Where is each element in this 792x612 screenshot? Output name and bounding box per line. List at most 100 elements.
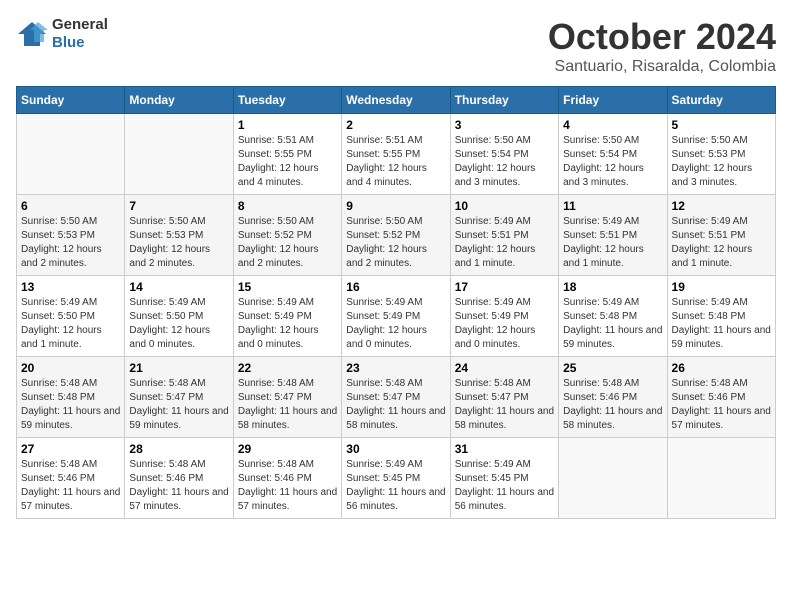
calendar-cell: 23 Sunrise: 5:48 AM Sunset: 5:47 PM Dayli… — [342, 357, 450, 438]
day-info: Sunrise: 5:49 AM Sunset: 5:51 PM Dayligh… — [563, 215, 662, 271]
calendar-cell: 17Sunrise: 5:49 AM Sunset: 5:49 PM Dayli… — [450, 276, 558, 357]
calendar-cell: 12Sunrise: 5:49 AM Sunset: 5:51 PM Dayli… — [667, 195, 775, 276]
day-info: Sunrise: 5:49 AM Sunset: 5:50 PM Dayligh… — [129, 296, 228, 352]
day-number: 30 — [346, 442, 445, 456]
day-info: Sunrise: 5:48 AM Sunset: 5:47 PM Dayligh… — [129, 377, 228, 433]
calendar-cell: 19Sunrise: 5:49 AM Sunset: 5:48 PM Dayli… — [667, 276, 775, 357]
week-row-4: 20 Sunrise: 5:48 AM Sunset: 5:48 PM Dayli… — [17, 357, 776, 438]
weekday-header-tuesday: Tuesday — [233, 87, 341, 114]
calendar-cell: 13 Sunrise: 5:49 AM Sunset: 5:50 PM Dayli… — [17, 276, 125, 357]
day-info: Sunrise: 5:48 AM Sunset: 5:46 PM Dayligh… — [563, 377, 662, 433]
calendar-cell: 21Sunrise: 5:48 AM Sunset: 5:47 PM Dayli… — [125, 357, 233, 438]
weekday-header-thursday: Thursday — [450, 87, 558, 114]
calendar-cell: 5 Sunrise: 5:50 AM Sunset: 5:53 PM Daylig… — [667, 114, 775, 195]
day-info: Sunrise: 5:51 AM Sunset: 5:55 PM Dayligh… — [346, 134, 445, 190]
calendar-cell: 9 Sunrise: 5:50 AM Sunset: 5:52 PM Daylig… — [342, 195, 450, 276]
calendar-cell: 15Sunrise: 5:49 AM Sunset: 5:49 PM Dayli… — [233, 276, 341, 357]
day-number: 20 — [21, 361, 120, 375]
week-row-3: 13 Sunrise: 5:49 AM Sunset: 5:50 PM Dayli… — [17, 276, 776, 357]
day-info: Sunrise: 5:48 AM Sunset: 5:46 PM Dayligh… — [21, 458, 120, 514]
day-number: 9 — [346, 199, 445, 213]
day-number: 4 — [563, 118, 662, 132]
calendar-cell: 16 Sunrise: 5:49 AM Sunset: 5:49 PM Dayli… — [342, 276, 450, 357]
day-info: Sunrise: 5:49 AM Sunset: 5:45 PM Dayligh… — [346, 458, 445, 514]
calendar-cell — [667, 438, 775, 519]
calendar-cell: 14 Sunrise: 5:49 AM Sunset: 5:50 PM Dayli… — [125, 276, 233, 357]
day-number: 10 — [455, 199, 554, 213]
day-info: Sunrise: 5:48 AM Sunset: 5:46 PM Dayligh… — [672, 377, 771, 433]
calendar-cell: 20 Sunrise: 5:48 AM Sunset: 5:48 PM Dayli… — [17, 357, 125, 438]
day-number: 6 — [21, 199, 120, 213]
day-info: Sunrise: 5:49 AM Sunset: 5:45 PM Dayligh… — [455, 458, 554, 514]
day-info: Sunrise: 5:50 AM Sunset: 5:52 PM Dayligh… — [238, 215, 337, 271]
calendar-cell: 2 Sunrise: 5:51 AM Sunset: 5:55 PM Daylig… — [342, 114, 450, 195]
day-number: 5 — [672, 118, 771, 132]
week-row-5: 27Sunrise: 5:48 AM Sunset: 5:46 PM Dayli… — [17, 438, 776, 519]
calendar-cell: 7Sunrise: 5:50 AM Sunset: 5:53 PM Daylig… — [125, 195, 233, 276]
day-info: Sunrise: 5:51 AM Sunset: 5:55 PM Dayligh… — [238, 134, 337, 190]
day-number: 11 — [563, 199, 662, 213]
day-info: Sunrise: 5:48 AM Sunset: 5:46 PM Dayligh… — [129, 458, 228, 514]
day-info: Sunrise: 5:48 AM Sunset: 5:47 PM Dayligh… — [455, 377, 554, 433]
day-info: Sunrise: 5:50 AM Sunset: 5:53 PM Dayligh… — [21, 215, 120, 271]
weekday-header-sunday: Sunday — [17, 87, 125, 114]
day-number: 17 — [455, 280, 554, 294]
day-number: 19 — [672, 280, 771, 294]
day-number: 3 — [455, 118, 554, 132]
calendar-cell: 18 Sunrise: 5:49 AM Sunset: 5:48 PM Dayli… — [559, 276, 667, 357]
day-number: 24 — [455, 361, 554, 375]
day-info: Sunrise: 5:50 AM Sunset: 5:52 PM Dayligh… — [346, 215, 445, 271]
day-info: Sunrise: 5:48 AM Sunset: 5:47 PM Dayligh… — [238, 377, 337, 433]
day-info: Sunrise: 5:49 AM Sunset: 5:48 PM Dayligh… — [563, 296, 662, 352]
calendar-cell: 4 Sunrise: 5:50 AM Sunset: 5:54 PM Daylig… — [559, 114, 667, 195]
day-number: 2 — [346, 118, 445, 132]
logo: General Blue — [16, 16, 108, 52]
location-title: Santuario, Risaralda, Colombia — [548, 58, 776, 76]
day-info: Sunrise: 5:49 AM Sunset: 5:50 PM Dayligh… — [21, 296, 120, 352]
weekday-header-monday: Monday — [125, 87, 233, 114]
day-number: 31 — [455, 442, 554, 456]
header: General Blue October 2024 Santuario, Ris… — [16, 16, 776, 76]
day-info: Sunrise: 5:49 AM Sunset: 5:51 PM Dayligh… — [455, 215, 554, 271]
calendar-cell: 30 Sunrise: 5:49 AM Sunset: 5:45 PM Dayli… — [342, 438, 450, 519]
day-info: Sunrise: 5:49 AM Sunset: 5:49 PM Dayligh… — [346, 296, 445, 352]
month-title: October 2024 — [548, 16, 776, 58]
day-info: Sunrise: 5:50 AM Sunset: 5:54 PM Dayligh… — [563, 134, 662, 190]
calendar-cell: 11 Sunrise: 5:49 AM Sunset: 5:51 PM Dayli… — [559, 195, 667, 276]
logo-icon — [16, 20, 48, 48]
day-number: 22 — [238, 361, 337, 375]
day-number: 28 — [129, 442, 228, 456]
day-info: Sunrise: 5:48 AM Sunset: 5:48 PM Dayligh… — [21, 377, 120, 433]
day-number: 26 — [672, 361, 771, 375]
week-row-1: 1Sunrise: 5:51 AM Sunset: 5:55 PM Daylig… — [17, 114, 776, 195]
calendar-cell: 1Sunrise: 5:51 AM Sunset: 5:55 PM Daylig… — [233, 114, 341, 195]
weekday-header-row: SundayMondayTuesdayWednesdayThursdayFrid… — [17, 87, 776, 114]
day-number: 29 — [238, 442, 337, 456]
calendar-cell — [559, 438, 667, 519]
day-info: Sunrise: 5:50 AM Sunset: 5:53 PM Dayligh… — [672, 134, 771, 190]
calendar-cell: 27Sunrise: 5:48 AM Sunset: 5:46 PM Dayli… — [17, 438, 125, 519]
day-number: 7 — [129, 199, 228, 213]
weekday-header-wednesday: Wednesday — [342, 87, 450, 114]
logo-general-text: General — [52, 16, 108, 33]
day-number: 16 — [346, 280, 445, 294]
weekday-header-friday: Friday — [559, 87, 667, 114]
day-number: 18 — [563, 280, 662, 294]
calendar-cell: 6 Sunrise: 5:50 AM Sunset: 5:53 PM Daylig… — [17, 195, 125, 276]
day-number: 23 — [346, 361, 445, 375]
calendar-cell: 8Sunrise: 5:50 AM Sunset: 5:52 PM Daylig… — [233, 195, 341, 276]
calendar-cell: 24 Sunrise: 5:48 AM Sunset: 5:47 PM Dayli… — [450, 357, 558, 438]
day-info: Sunrise: 5:48 AM Sunset: 5:47 PM Dayligh… — [346, 377, 445, 433]
weekday-header-saturday: Saturday — [667, 87, 775, 114]
day-info: Sunrise: 5:50 AM Sunset: 5:54 PM Dayligh… — [455, 134, 554, 190]
day-number: 25 — [563, 361, 662, 375]
calendar-cell: 29Sunrise: 5:48 AM Sunset: 5:46 PM Dayli… — [233, 438, 341, 519]
day-number: 14 — [129, 280, 228, 294]
calendar-cell: 22 Sunrise: 5:48 AM Sunset: 5:47 PM Dayli… — [233, 357, 341, 438]
day-number: 13 — [21, 280, 120, 294]
calendar-cell — [17, 114, 125, 195]
calendar-cell: 25 Sunrise: 5:48 AM Sunset: 5:46 PM Dayli… — [559, 357, 667, 438]
day-info: Sunrise: 5:49 AM Sunset: 5:49 PM Dayligh… — [238, 296, 337, 352]
logo-blue-text: Blue — [52, 34, 85, 51]
day-number: 12 — [672, 199, 771, 213]
